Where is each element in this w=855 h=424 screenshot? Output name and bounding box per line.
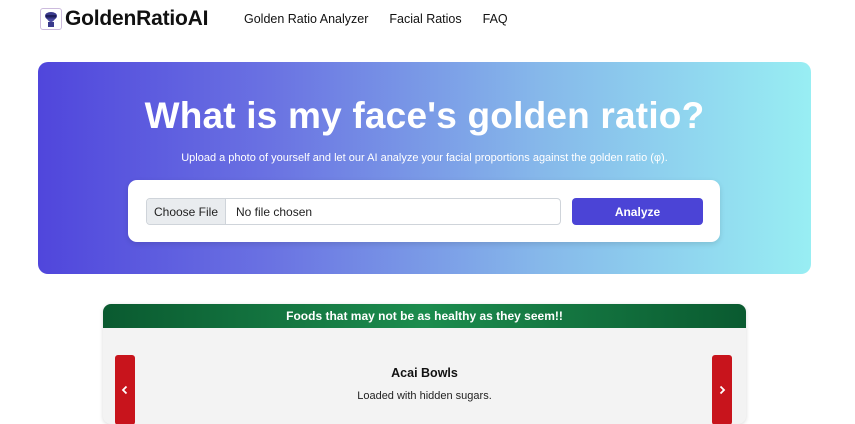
masked-face-icon — [40, 8, 62, 30]
file-status: No file chosen — [236, 204, 313, 219]
hero-title: What is my face's golden ratio? — [144, 95, 705, 136]
promo-header: Foods that may not be as healthy as they… — [103, 304, 746, 328]
brand-name: GoldenRatioAI — [65, 7, 209, 30]
carousel-next-button[interactable] — [712, 355, 732, 424]
brand-logo[interactable]: GoldenRatioAI — [40, 7, 208, 31]
hero-subtitle: Upload a photo of yourself and let our A… — [181, 152, 668, 164]
nav-item-faq[interactable]: FAQ — [483, 12, 508, 26]
analyze-button[interactable]: Analyze — [572, 198, 703, 225]
upload-card: Choose File No file chosen Analyze — [128, 180, 720, 242]
file-input[interactable]: Choose File No file chosen — [146, 198, 561, 225]
site-header: GoldenRatioAI Golden Ratio Analyzer Faci… — [0, 0, 855, 40]
choose-file-button[interactable]: Choose File — [147, 199, 226, 224]
nav-item-facial-ratios[interactable]: Facial Ratios — [389, 12, 461, 26]
promo-carousel: Foods that may not be as healthy as they… — [103, 304, 746, 424]
promo-item-title: Acai Bowls — [391, 366, 458, 380]
nav-item-golden-ratio-analyzer[interactable]: Golden Ratio Analyzer — [244, 12, 368, 26]
hero-section: What is my face's golden ratio? Upload a… — [38, 62, 811, 274]
chevron-right-icon — [719, 385, 726, 395]
main-nav: Golden Ratio Analyzer Facial Ratios FAQ — [244, 12, 508, 26]
promo-item-description: Loaded with hidden sugars. — [357, 390, 492, 402]
